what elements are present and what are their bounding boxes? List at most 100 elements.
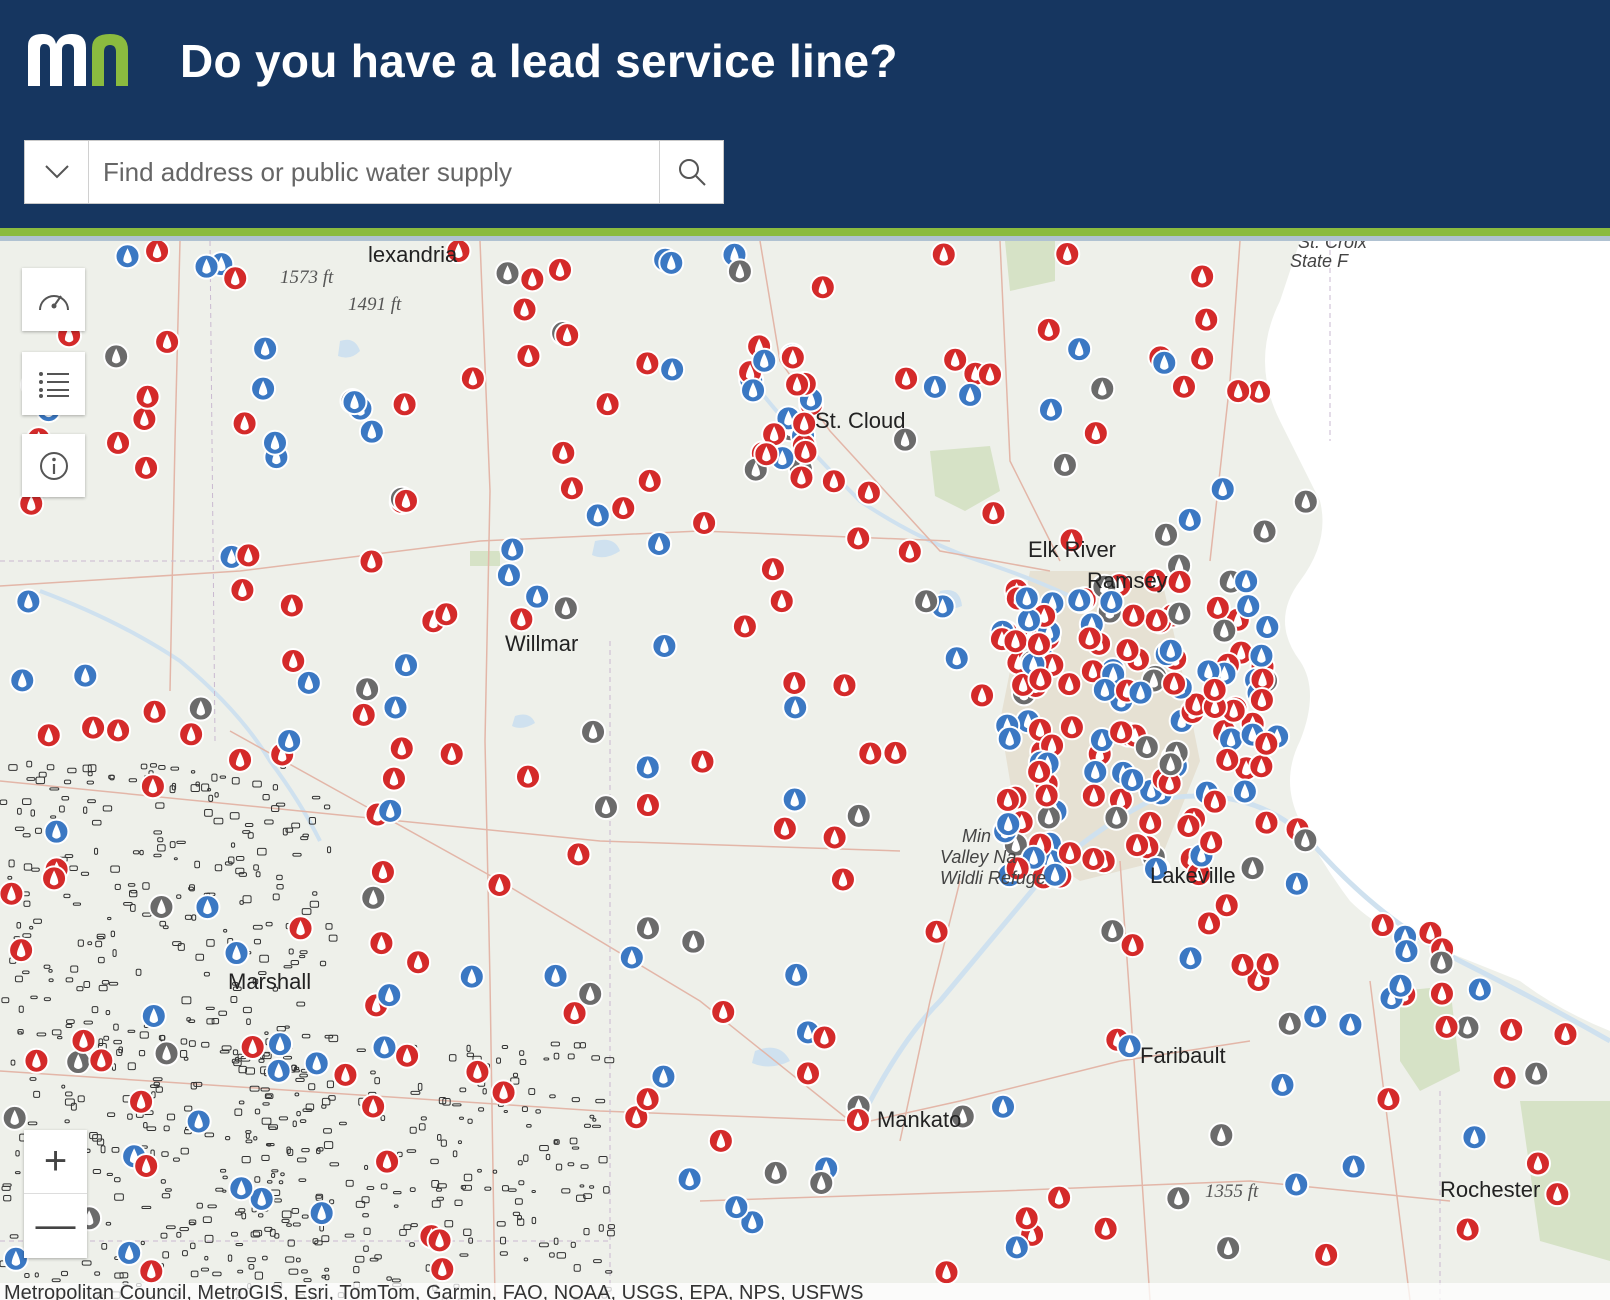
water-system-marker[interactable]: [1103, 804, 1130, 831]
water-system-marker[interactable]: [1116, 1033, 1143, 1060]
water-system-marker[interactable]: [751, 347, 778, 374]
water-system-marker[interactable]: [35, 722, 62, 749]
map-view[interactable]: lexandria 1573 ft 1491 ft St. Cloud St. …: [0, 241, 1610, 1300]
water-system-marker[interactable]: [1233, 568, 1260, 595]
water-system-marker[interactable]: [280, 647, 307, 674]
water-system-marker[interactable]: [1056, 840, 1083, 867]
water-system-marker[interactable]: [511, 296, 538, 323]
water-system-marker[interactable]: [857, 740, 884, 767]
water-system-marker[interactable]: [1248, 642, 1275, 669]
water-system-marker[interactable]: [252, 335, 279, 362]
water-system-marker[interactable]: [1, 1104, 28, 1131]
water-system-marker[interactable]: [350, 701, 377, 728]
water-system-marker[interactable]: [723, 1194, 750, 1221]
water-system-marker[interactable]: [1143, 607, 1170, 634]
water-system-marker[interactable]: [753, 441, 780, 468]
water-system-marker[interactable]: [1042, 861, 1069, 888]
water-system-marker[interactable]: [658, 249, 685, 276]
water-system-marker[interactable]: [1013, 1205, 1040, 1232]
water-system-marker[interactable]: [1302, 1003, 1329, 1030]
water-system-marker[interactable]: [426, 1227, 453, 1254]
water-system-marker[interactable]: [794, 1060, 821, 1087]
water-system-marker[interactable]: [105, 717, 132, 744]
water-system-marker[interactable]: [577, 980, 604, 1007]
water-system-marker[interactable]: [1248, 753, 1275, 780]
water-system-marker[interactable]: [1454, 1216, 1481, 1243]
water-system-marker[interactable]: [1229, 951, 1256, 978]
water-system-marker[interactable]: [358, 418, 385, 445]
search-source-dropdown[interactable]: [25, 141, 89, 203]
water-system-marker[interactable]: [542, 962, 569, 989]
water-system-marker[interactable]: [1189, 345, 1216, 372]
water-system-marker[interactable]: [360, 1093, 387, 1120]
water-system-marker[interactable]: [391, 391, 418, 418]
water-system-marker[interactable]: [134, 383, 161, 410]
water-system-marker[interactable]: [634, 915, 661, 942]
water-system-marker[interactable]: [651, 632, 678, 659]
water-system-marker[interactable]: [1251, 518, 1278, 545]
water-system-marker[interactable]: [1091, 676, 1118, 703]
water-system-marker[interactable]: [1114, 637, 1141, 664]
water-system-marker[interactable]: [116, 1239, 143, 1266]
water-system-marker[interactable]: [561, 1000, 588, 1027]
water-system-marker[interactable]: [845, 525, 872, 552]
search-input[interactable]: [89, 141, 659, 203]
water-system-marker[interactable]: [1080, 782, 1107, 809]
water-system-marker[interactable]: [689, 748, 716, 775]
water-system-marker[interactable]: [360, 884, 387, 911]
water-system-marker[interactable]: [1213, 892, 1240, 919]
water-system-marker[interactable]: [1428, 949, 1455, 976]
water-system-marker[interactable]: [223, 940, 250, 967]
water-system-marker[interactable]: [1196, 910, 1223, 937]
water-system-marker[interactable]: [759, 556, 786, 583]
water-system-marker[interactable]: [1151, 349, 1178, 376]
water-system-marker[interactable]: [278, 592, 305, 619]
water-system-marker[interactable]: [1211, 617, 1238, 644]
water-system-marker[interactable]: [913, 588, 940, 615]
water-system-marker[interactable]: [1082, 420, 1109, 447]
water-system-marker[interactable]: [231, 410, 258, 437]
water-system-marker[interactable]: [88, 1047, 115, 1074]
water-system-marker[interactable]: [1193, 306, 1220, 333]
water-system-marker[interactable]: [594, 391, 621, 418]
water-system-marker[interactable]: [1524, 1150, 1551, 1177]
water-system-marker[interactable]: [458, 963, 485, 990]
water-system-marker[interactable]: [524, 583, 551, 610]
water-system-marker[interactable]: [893, 365, 920, 392]
water-system-marker[interactable]: [494, 260, 521, 287]
water-system-marker[interactable]: [618, 944, 645, 971]
water-system-marker[interactable]: [1253, 730, 1280, 757]
water-system-marker[interactable]: [354, 676, 381, 703]
water-system-marker[interactable]: [380, 765, 407, 792]
water-system-marker[interactable]: [768, 588, 795, 615]
water-system-marker[interactable]: [1189, 263, 1216, 290]
water-system-marker[interactable]: [783, 961, 810, 988]
water-system-marker[interactable]: [490, 1079, 517, 1106]
water-system-marker[interactable]: [229, 576, 256, 603]
water-system-marker[interactable]: [0, 880, 25, 907]
water-system-marker[interactable]: [1166, 568, 1193, 595]
water-system-marker[interactable]: [1204, 594, 1231, 621]
water-system-marker[interactable]: [1393, 938, 1420, 965]
water-system-marker[interactable]: [41, 865, 68, 892]
water-system-marker[interactable]: [1127, 679, 1154, 706]
water-system-marker[interactable]: [580, 718, 607, 745]
water-system-marker[interactable]: [784, 371, 811, 398]
water-system-marker[interactable]: [1002, 628, 1029, 655]
water-system-marker[interactable]: [341, 389, 368, 416]
water-system-marker[interactable]: [552, 595, 579, 622]
water-system-marker[interactable]: [646, 530, 673, 557]
water-system-marker[interactable]: [138, 1258, 165, 1285]
water-system-marker[interactable]: [1051, 451, 1078, 478]
water-system-marker[interactable]: [70, 1027, 97, 1054]
water-system-marker[interactable]: [295, 669, 322, 696]
water-system-marker[interactable]: [514, 763, 541, 790]
water-system-marker[interactable]: [148, 894, 175, 921]
water-system-marker[interactable]: [550, 439, 577, 466]
water-system-marker[interactable]: [707, 1127, 734, 1154]
water-system-marker[interactable]: [788, 464, 815, 491]
water-system-marker[interactable]: [820, 468, 847, 495]
water-system-marker[interactable]: [1035, 804, 1062, 831]
water-system-marker[interactable]: [943, 645, 970, 672]
water-system-marker[interactable]: [154, 328, 181, 355]
